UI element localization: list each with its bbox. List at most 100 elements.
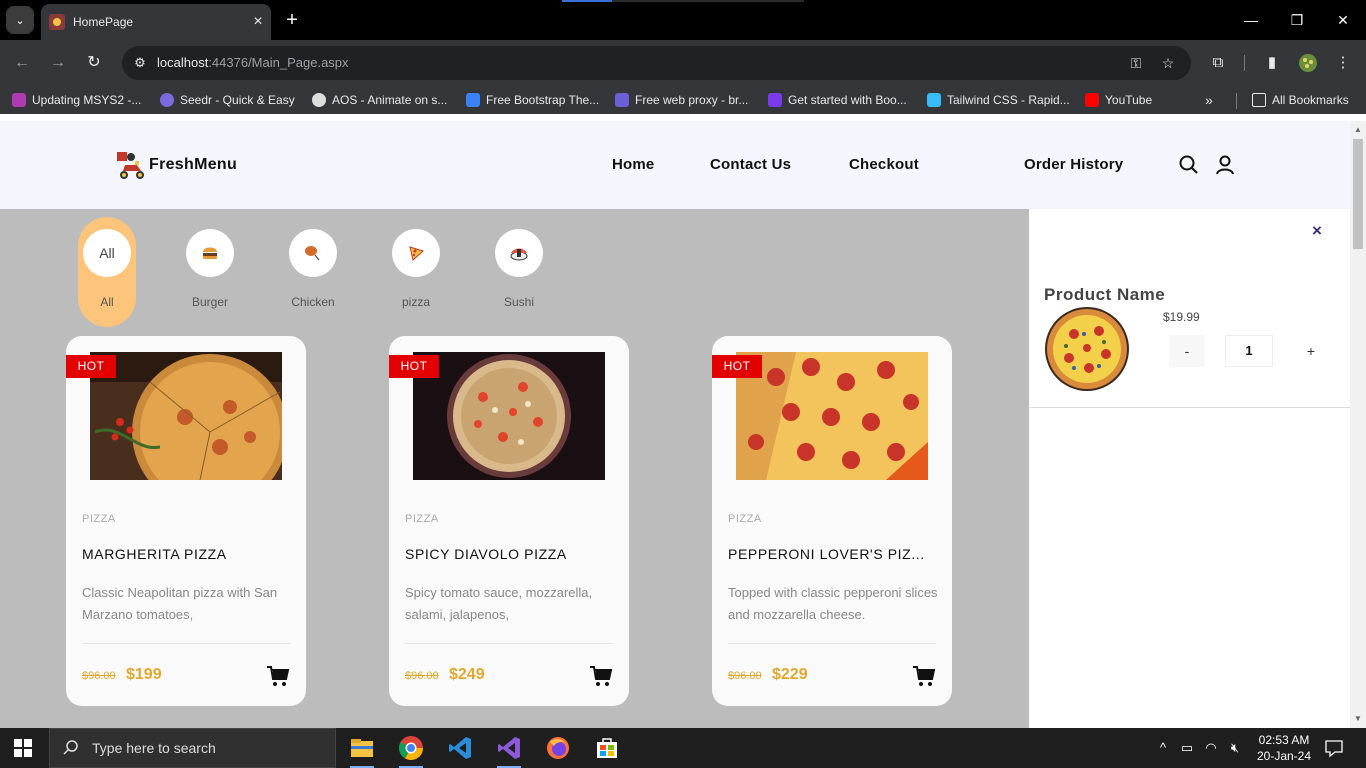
forward-button[interactable]: →: [47, 52, 69, 74]
quantity-decrease-button[interactable]: -: [1169, 335, 1205, 367]
product-price: $249: [449, 666, 485, 683]
bookmark-item[interactable]: Get started with Boo...: [768, 92, 907, 108]
url-text[interactable]: localhost:44376/Main_Page.aspx: [157, 55, 349, 70]
tray-chevron-up-icon[interactable]: ^: [1153, 738, 1173, 758]
product-card[interactable]: HOT PIZZA SPICY DIAVOLO PIZZA Spicy toma…: [389, 336, 629, 706]
taskbar-search-icon: [63, 740, 78, 755]
add-to-cart-icon[interactable]: [912, 664, 936, 688]
bookmark-item[interactable]: Updating MSYS2 -...: [12, 92, 141, 108]
cart-item-divider: [1029, 407, 1350, 408]
bookmark-item[interactable]: Free web proxy - br...: [615, 92, 748, 108]
vscode-icon[interactable]: [446, 734, 474, 762]
product-category: PIZZA: [728, 513, 762, 525]
extensions-icon[interactable]: ⧉: [1206, 51, 1230, 75]
close-icon[interactable]: ×: [1308, 221, 1326, 241]
reload-button[interactable]: ↻: [83, 52, 105, 74]
product-description: Topped with classic pepperoni slices and…: [728, 585, 938, 622]
top-indicator: [562, 0, 804, 2]
chrome-icon[interactable]: [397, 734, 425, 768]
cart-side-panel: × Product Name $19.99 - 1 +: [1029, 209, 1350, 728]
cart-product-name: Product Name: [1044, 285, 1166, 304]
quantity-input[interactable]: 1: [1225, 335, 1273, 367]
user-icon[interactable]: [1214, 154, 1236, 176]
burger-icon: [186, 229, 234, 277]
bookmark-item[interactable]: AOS - Animate on s...: [312, 92, 447, 108]
file-explorer-icon[interactable]: [348, 734, 376, 768]
volume-muted-icon[interactable]: 🔇︎: [1225, 738, 1245, 758]
browser-toolbar: ← → ↻ ⚙ localhost:44376/Main_Page.aspx ⚿…: [0, 40, 1366, 86]
scroll-up-arrow-icon[interactable]: ▲: [1354, 126, 1362, 134]
bookmark-favicon-icon: [927, 93, 941, 107]
page-scrollbar[interactable]: ▲ ▼: [1350, 121, 1366, 728]
firefox-icon[interactable]: [544, 734, 572, 762]
wifi-icon[interactable]: ◠: [1201, 738, 1221, 758]
nav-checkout[interactable]: Checkout: [849, 156, 919, 173]
product-image: [413, 352, 605, 480]
category-sushi[interactable]: Sushi: [489, 217, 549, 309]
all-bookmarks-button[interactable]: All Bookmarks: [1252, 92, 1349, 108]
product-price: $199: [126, 666, 162, 683]
toolbar-divider: [1244, 55, 1245, 71]
add-to-cart-icon[interactable]: [589, 664, 613, 688]
bookmark-item[interactable]: Seedr - Quick & Easy: [160, 92, 295, 108]
minimize-button[interactable]: —: [1236, 8, 1266, 32]
category-pizza[interactable]: pizza: [386, 217, 446, 309]
product-description: Classic Neapolitan pizza with San Marzan…: [82, 585, 278, 622]
category-label: Sushi: [503, 295, 535, 309]
site-info-icon[interactable]: ⚙: [132, 55, 148, 71]
bookmarks-bar: Updating MSYS2 -... Seedr - Quick & Easy…: [0, 86, 1366, 114]
windows-start-icon[interactable]: [14, 739, 32, 757]
category-all[interactable]: All All: [77, 217, 137, 309]
tab-close-icon[interactable]: ×: [245, 13, 271, 31]
restore-button[interactable]: ❐: [1282, 8, 1312, 32]
product-card[interactable]: HOT PIZZA PEPPERONI LOVER'S PIZ... Toppe…: [712, 336, 952, 706]
nav-order-history[interactable]: Order History: [1024, 156, 1123, 173]
nav-contact-us[interactable]: Contact Us: [710, 156, 791, 173]
new-tab-button[interactable]: +: [282, 8, 302, 32]
bookmark-star-icon[interactable]: ☆: [1158, 54, 1178, 72]
quantity-increase-button[interactable]: +: [1293, 335, 1329, 367]
bookmark-favicon-icon: [160, 93, 174, 107]
address-bar[interactable]: ⚙ localhost:44376/Main_Page.aspx ⚿ ☆: [122, 46, 1191, 80]
visual-studio-icon[interactable]: [495, 734, 523, 768]
logo-text: FreshMenu: [149, 156, 238, 173]
taskbar-search-placeholder: Type here to search: [92, 740, 216, 756]
product-old-price: $96.00: [405, 670, 439, 682]
browser-menu-icon[interactable]: ⋮: [1331, 51, 1355, 75]
browser-tab[interactable]: HomePage ×: [41, 4, 271, 40]
product-card[interactable]: HOT PIZZA MARGHERITA PIZZA Classic Neapo…: [66, 336, 306, 706]
page-top-strip: [0, 114, 1366, 121]
product-category: PIZZA: [82, 513, 116, 525]
site-logo[interactable]: FreshMenu: [115, 149, 237, 181]
close-window-button[interactable]: ✕: [1328, 8, 1358, 32]
password-key-icon[interactable]: ⚿: [1126, 54, 1146, 72]
bookmark-item[interactable]: YouTube: [1085, 92, 1152, 108]
more-bookmarks-button[interactable]: »: [1205, 92, 1213, 108]
side-panel-icon[interactable]: ▮: [1260, 51, 1284, 75]
tab-search-button[interactable]: ⌄: [6, 6, 34, 34]
product-image: [736, 352, 928, 480]
nav-home[interactable]: Home: [612, 156, 654, 173]
product-title: MARGHERITA PIZZA: [82, 546, 227, 562]
search-icon[interactable]: [1178, 154, 1200, 176]
bookmark-item[interactable]: Tailwind CSS - Rapid...: [927, 92, 1070, 108]
product-title: PEPPERONI LOVER'S PIZ...: [728, 546, 925, 562]
product-price: $229: [772, 666, 808, 683]
scroll-down-arrow-icon[interactable]: ▼: [1354, 715, 1362, 723]
notifications-icon[interactable]: [1324, 738, 1344, 758]
tab-favicon-icon: [49, 14, 65, 30]
profile-avatar[interactable]: [1296, 51, 1320, 75]
category-burger[interactable]: Burger: [180, 217, 240, 309]
bookmark-item[interactable]: Free Bootstrap The...: [466, 92, 599, 108]
add-to-cart-icon[interactable]: [266, 664, 290, 688]
back-button[interactable]: ←: [11, 52, 33, 74]
bookmark-favicon-icon: [768, 93, 782, 107]
scrollbar-thumb[interactable]: [1353, 139, 1363, 249]
browser-tab-strip: ⌄ HomePage × + — ❐ ✕: [0, 0, 1366, 40]
taskbar-clock[interactable]: 02:53 AM 20-Jan-24: [1255, 732, 1313, 764]
taskbar-search-box[interactable]: Type here to search: [49, 728, 336, 768]
microsoft-store-icon[interactable]: [593, 734, 621, 762]
hot-badge: HOT: [712, 355, 762, 378]
category-chicken[interactable]: Chicken: [283, 217, 343, 309]
battery-icon[interactable]: ▭: [1177, 738, 1197, 758]
